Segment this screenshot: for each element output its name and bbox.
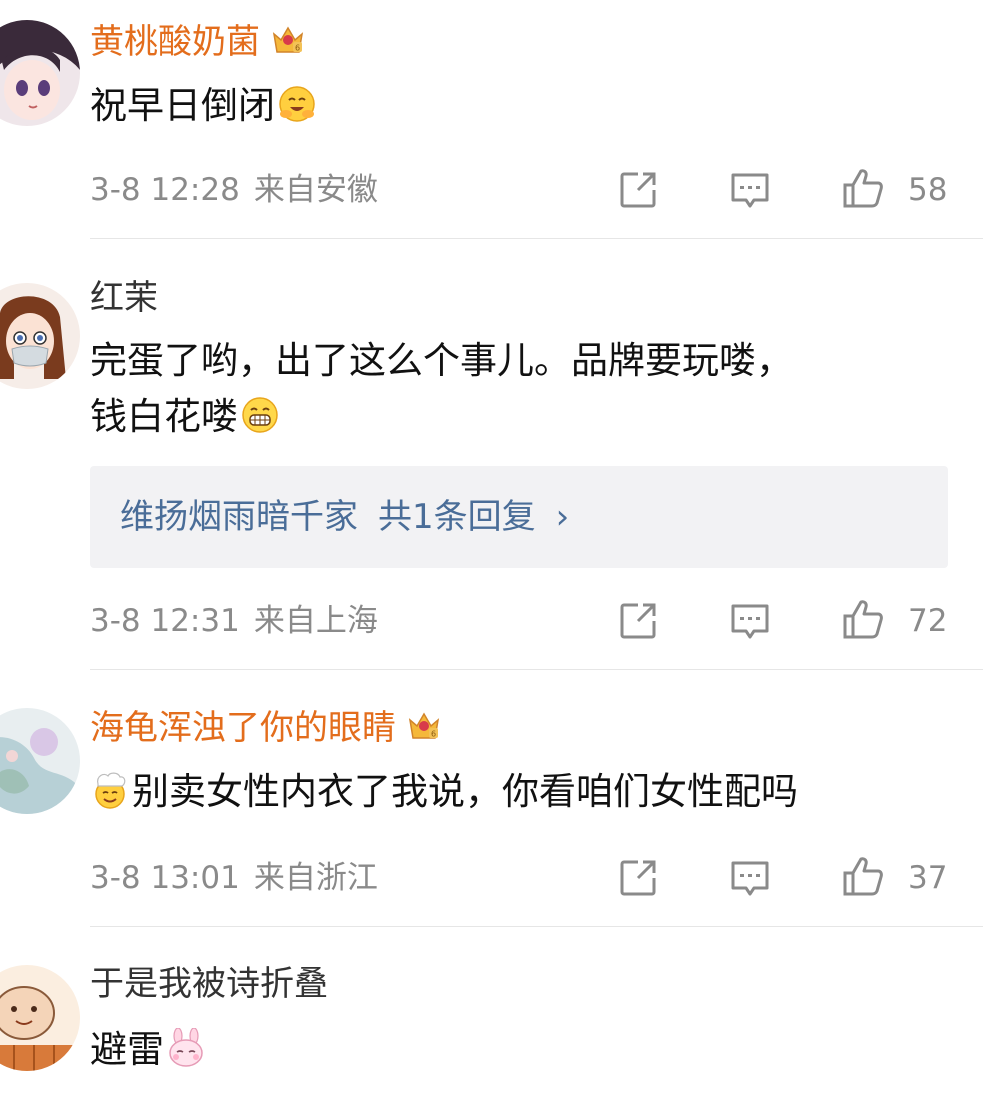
comment-text-line: 钱白花喽	[90, 389, 950, 445]
divider	[90, 926, 983, 927]
comment-meta: 3-8 13:01 来自浙江	[90, 858, 378, 898]
comment-text-content: 避雷	[90, 1028, 164, 1071]
username-text[interactable]: 海龟浑浊了你的眼睛	[90, 708, 396, 748]
comment-text: 别卖女性内衣了我说，你看咱们女性配吗	[90, 764, 950, 820]
location: 来自上海	[253, 603, 378, 639]
avatar[interactable]	[0, 283, 80, 389]
reply-preview[interactable]: 维扬烟雨暗千家 共1条回复 ›	[90, 466, 948, 568]
grin-emoji-icon	[242, 397, 278, 433]
timestamp: 3-8 13:01	[90, 860, 240, 896]
divider	[90, 669, 983, 670]
like-count: 37	[908, 860, 948, 896]
comment-meta: 3-8 12:31 来自上海	[90, 601, 378, 641]
location: 来自浙江	[253, 860, 378, 896]
timestamp: 3-8 12:28	[90, 172, 240, 208]
avatar[interactable]	[0, 20, 80, 126]
reply-username[interactable]: 维扬烟雨暗千家	[120, 497, 358, 537]
share-icon[interactable]	[616, 856, 660, 900]
reply-count[interactable]: 共1条回复	[378, 497, 536, 537]
comment-icon[interactable]	[728, 599, 772, 643]
comment-icon[interactable]	[728, 168, 772, 212]
username-text[interactable]: 黄桃酸奶菌	[90, 22, 260, 62]
avatar[interactable]	[0, 965, 80, 1071]
like-count: 58	[908, 172, 948, 208]
like-icon[interactable]	[841, 166, 885, 210]
bunny-emoji-icon	[169, 1028, 203, 1067]
chevron-right-icon: ›	[555, 497, 570, 537]
share-icon[interactable]	[616, 168, 660, 212]
avatar[interactable]	[0, 708, 80, 814]
username[interactable]: 海龟浑浊了你的眼睛	[90, 708, 442, 748]
comment-text-content: 祝早日倒闭	[90, 84, 275, 127]
username[interactable]: 红茉	[90, 278, 158, 318]
comment-text-line: 完蛋了哟，出了这么个事儿。品牌要玩喽，	[90, 339, 793, 382]
comment-text: 避雷	[90, 1022, 950, 1078]
timestamp: 3-8 12:31	[90, 603, 240, 639]
vip-crown-icon	[406, 708, 442, 744]
comment-icon[interactable]	[728, 856, 772, 900]
comment-meta: 3-8 12:28 来自安徽	[90, 170, 378, 210]
like-icon[interactable]	[841, 854, 885, 898]
location: 来自安徽	[253, 172, 378, 208]
comment-text-content: 别卖女性内衣了我说，你看咱们女性配吗	[132, 770, 798, 813]
like-icon[interactable]	[841, 597, 885, 641]
chef-emoji-icon	[95, 772, 126, 809]
vip-crown-icon	[270, 22, 306, 58]
divider	[90, 238, 983, 239]
username[interactable]: 黄桃酸奶菌	[90, 22, 306, 62]
hug-emoji-icon	[279, 86, 315, 122]
comment-text: 完蛋了哟，出了这么个事儿。品牌要玩喽， 钱白花喽	[90, 333, 950, 445]
username[interactable]: 于是我被诗折叠	[90, 964, 328, 1004]
like-count: 72	[908, 603, 948, 639]
reply-preview-text[interactable]: 维扬烟雨暗千家 共1条回复 ›	[120, 496, 569, 538]
share-icon[interactable]	[616, 599, 660, 643]
comment-text: 祝早日倒闭	[90, 78, 950, 134]
comment-text-content: 钱白花喽	[90, 395, 238, 438]
